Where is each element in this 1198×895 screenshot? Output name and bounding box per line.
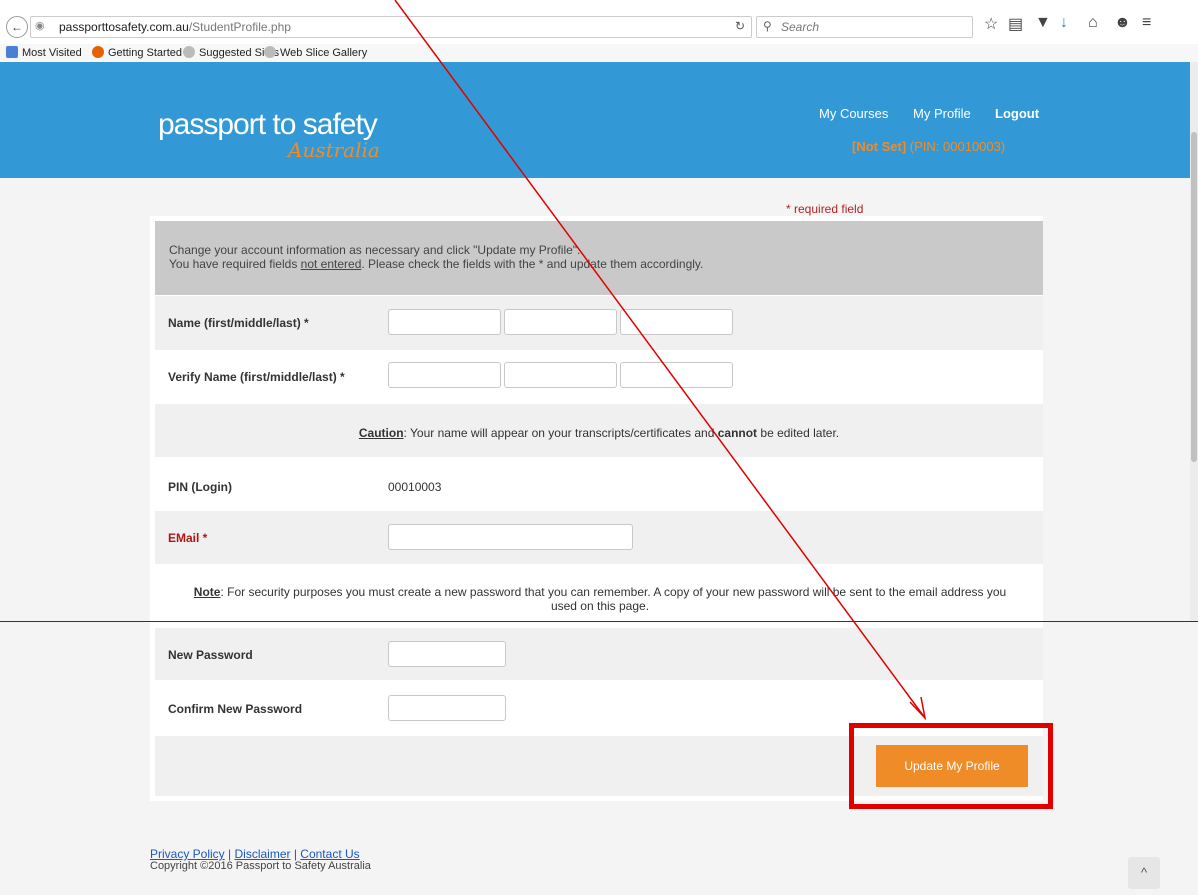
menu-icon[interactable]: ≡	[1142, 14, 1151, 32]
address-bar[interactable]: ◉ passporttosafety.com.au/StudentProfile…	[30, 16, 752, 38]
required-field-note: * required field	[786, 202, 864, 216]
screenshot-seam	[0, 621, 1198, 622]
email-input[interactable]	[388, 524, 633, 550]
logo-wordmark: passport to safety	[158, 108, 378, 141]
globe-icon	[264, 46, 276, 58]
reload-icon[interactable]: ↻	[735, 19, 745, 33]
intro-box: Change your account information as neces…	[155, 221, 1043, 295]
bookmark-web-slice-gallery[interactable]: Web Slice Gallery	[264, 46, 367, 59]
middle-name-input[interactable]	[504, 309, 617, 335]
not-entered-text: not entered	[300, 257, 362, 271]
nav-my-profile[interactable]: My Profile	[913, 106, 971, 121]
confirm-password-label: Confirm New Password	[168, 702, 303, 716]
bookmark-most-visited[interactable]: Most Visited	[6, 46, 82, 59]
first-name-input[interactable]	[388, 309, 501, 335]
user-status: [Not Set] (PIN: 00010003)	[852, 139, 1005, 154]
new-password-row	[155, 628, 1043, 680]
verify-name-label: Verify Name (first/middle/last) *	[168, 370, 345, 384]
verify-last-name-input[interactable]	[620, 362, 733, 388]
nav-logout[interactable]: Logout	[995, 106, 1039, 121]
logo-subtitle: Australia	[288, 138, 380, 162]
site-logo[interactable]: passport to safety Australia	[158, 108, 458, 168]
email-label: EMail *	[168, 531, 208, 545]
account-icon[interactable]: ☻	[1114, 14, 1131, 32]
disclaimer-link[interactable]: Disclaimer	[234, 847, 290, 861]
user-pin: (PIN: 00010003)	[909, 139, 1006, 154]
search-placeholder: Search	[781, 20, 820, 34]
pin-label: PIN (Login)	[168, 480, 232, 494]
chevron-up-icon: ^	[1140, 865, 1148, 880]
verify-first-name-input[interactable]	[388, 362, 501, 388]
url-text: passporttosafety.com.au/StudentProfile.p…	[59, 20, 291, 34]
browser-search-input[interactable]: ⚲ Search	[756, 16, 973, 38]
home-icon[interactable]: ⌂	[1088, 14, 1098, 32]
caution-row: Caution: Your name will appear on your t…	[155, 404, 1043, 457]
new-password-input[interactable]	[388, 641, 506, 667]
browser-toolbar: ← ◉ passporttosafety.com.au/StudentProfi…	[0, 0, 1198, 45]
name-label: Name (first/middle/last) *	[168, 316, 309, 330]
intro-line-1: Change your account information as neces…	[169, 243, 581, 257]
pin-value: 00010003	[388, 480, 442, 494]
bookmarks-bar: Most Visited Getting Started Suggested S…	[0, 44, 1198, 62]
confirm-password-input[interactable]	[388, 695, 506, 721]
bookmark-icon	[6, 46, 18, 58]
search-icon: ⚲	[763, 19, 772, 33]
copyright-text: Copyright ©2016 Passport to Safety Austr…	[150, 860, 371, 872]
reading-list-icon[interactable]: ▤	[1008, 14, 1023, 34]
verify-middle-name-input[interactable]	[504, 362, 617, 388]
download-icon[interactable]: ↓	[1060, 14, 1068, 32]
caution-text: Caution: Your name will appear on your t…	[358, 426, 840, 440]
bookmark-getting-started[interactable]: Getting Started	[92, 46, 182, 59]
scrollbar-thumb[interactable]	[1191, 132, 1197, 462]
firefox-icon	[92, 46, 104, 58]
last-name-input[interactable]	[620, 309, 733, 335]
pocket-icon[interactable]: ▼	[1035, 14, 1051, 32]
contact-us-link[interactable]: Contact Us	[300, 847, 359, 861]
security-note: Note: For security purposes you must cre…	[193, 585, 1007, 613]
scrollbar[interactable]	[1190, 62, 1198, 622]
globe-icon: ◉	[35, 20, 45, 32]
user-name: [Not Set]	[852, 139, 907, 154]
annotation-highlight-box	[849, 723, 1053, 809]
footer-links: Privacy Policy | Disclaimer | Contact Us	[150, 847, 360, 861]
back-to-top-button[interactable]: ^	[1128, 857, 1160, 889]
nav-my-courses[interactable]: My Courses	[819, 106, 888, 121]
privacy-policy-link[interactable]: Privacy Policy	[150, 847, 225, 861]
back-arrow-icon[interactable]: ←	[6, 16, 28, 38]
new-password-label: New Password	[168, 648, 253, 662]
globe-icon	[183, 46, 195, 58]
star-icon[interactable]: ☆	[984, 14, 998, 34]
